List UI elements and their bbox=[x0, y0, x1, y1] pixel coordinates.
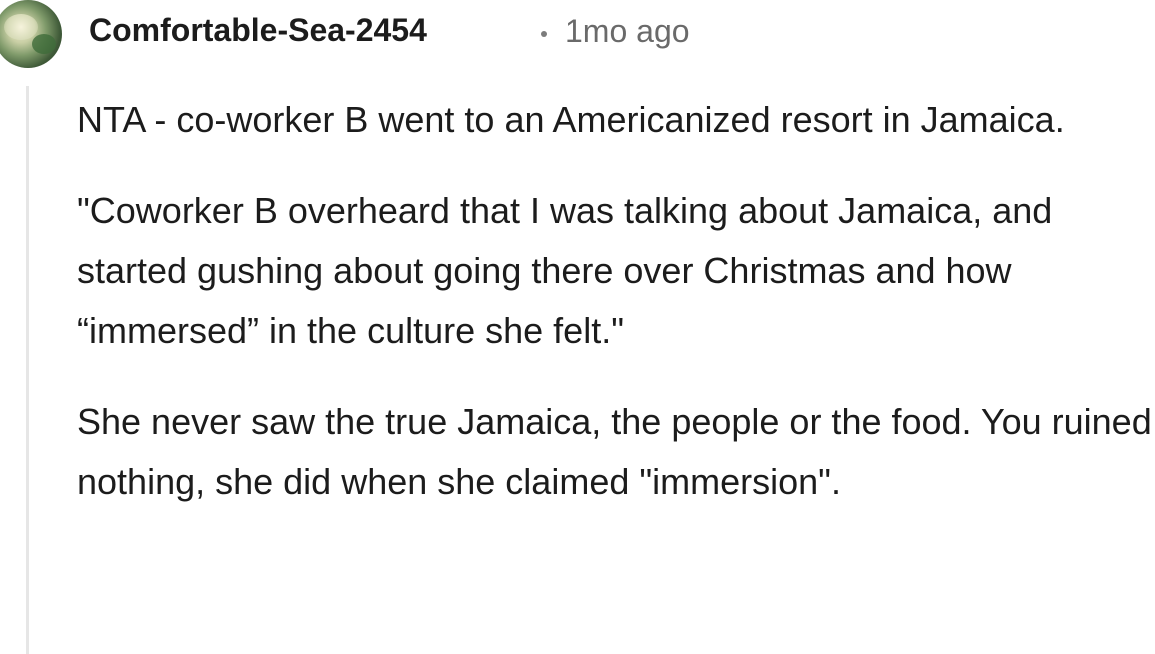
separator-dot-icon bbox=[541, 31, 547, 37]
avatar-image-foliage bbox=[32, 34, 56, 54]
comment-paragraph: "Coworker B overheard that I was talking… bbox=[77, 190, 1053, 351]
thread-collapse-line[interactable] bbox=[26, 86, 29, 654]
comment-timestamp[interactable]: 1mo ago bbox=[565, 13, 690, 50]
avatar[interactable] bbox=[0, 0, 62, 68]
avatar-image-highlight bbox=[4, 14, 38, 40]
comment: Comfortable-Sea-2454 1mo ago NTA - co-wo… bbox=[0, 0, 1155, 654]
comment-header: Comfortable-Sea-2454 1mo ago bbox=[0, 0, 1155, 68]
comment-paragraph: She never saw the true Jamaica, the peop… bbox=[77, 401, 1152, 502]
comment-author-link[interactable]: Comfortable-Sea-2454 bbox=[89, 12, 427, 49]
comment-body: NTA - co-worker B went to an Americanize… bbox=[77, 90, 1152, 543]
comment-paragraph: NTA - co-worker B went to an Americanize… bbox=[77, 99, 1065, 140]
